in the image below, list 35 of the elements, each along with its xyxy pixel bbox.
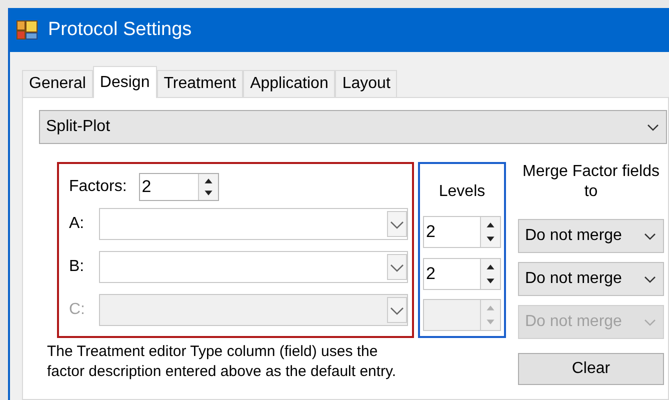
factor-label: A: — [69, 214, 86, 234]
spin-buttons[interactable] — [198, 174, 218, 200]
tab[interactable]: General — [22, 70, 93, 98]
chevron-down-icon — [646, 122, 660, 132]
factor-dropdown[interactable] — [99, 208, 408, 240]
app-icon — [16, 20, 38, 40]
note-text: The Treatment editor Type column (field) uses the factor description entered above as the default entry. — [47, 342, 397, 382]
factor-label: C: — [69, 300, 86, 320]
chevron-down-icon — [643, 274, 657, 284]
tab[interactable]: Design — [92, 66, 157, 98]
chevron-down-icon — [643, 230, 657, 240]
merge-dropdown[interactable]: Do not merge — [518, 218, 664, 252]
window-title: Protocol Settings — [48, 18, 192, 42]
tab[interactable]: Treatment — [156, 70, 244, 98]
merge-heading: Merge Factor fields to — [522, 162, 660, 202]
factors-label: Factors: — [69, 177, 127, 197]
clear-button[interactable]: Clear — [518, 353, 664, 385]
spin-buttons[interactable] — [480, 216, 500, 247]
levels-heading: Levels — [438, 182, 486, 202]
tab[interactable]: Layout — [335, 70, 398, 98]
design-dropdown[interactable]: Split-Plot — [39, 110, 667, 144]
factors-spinbox[interactable]: 2 — [138, 173, 219, 201]
level-spinbox[interactable]: 2 — [423, 216, 501, 248]
factor-dropdown[interactable] — [99, 294, 408, 326]
level-spinbox[interactable] — [423, 299, 501, 332]
chevron-down-icon — [387, 296, 407, 322]
factor-dropdown[interactable] — [99, 250, 408, 282]
spin-buttons[interactable] — [480, 258, 500, 288]
level-spinbox[interactable]: 2 — [423, 258, 501, 290]
factor-label: B: — [69, 256, 86, 276]
chevron-down-icon — [643, 316, 657, 326]
chevron-down-icon — [387, 254, 407, 280]
merge-dropdown[interactable]: Do not merge — [518, 262, 664, 296]
chevron-down-icon — [387, 210, 407, 236]
tab[interactable]: Application — [243, 70, 336, 98]
